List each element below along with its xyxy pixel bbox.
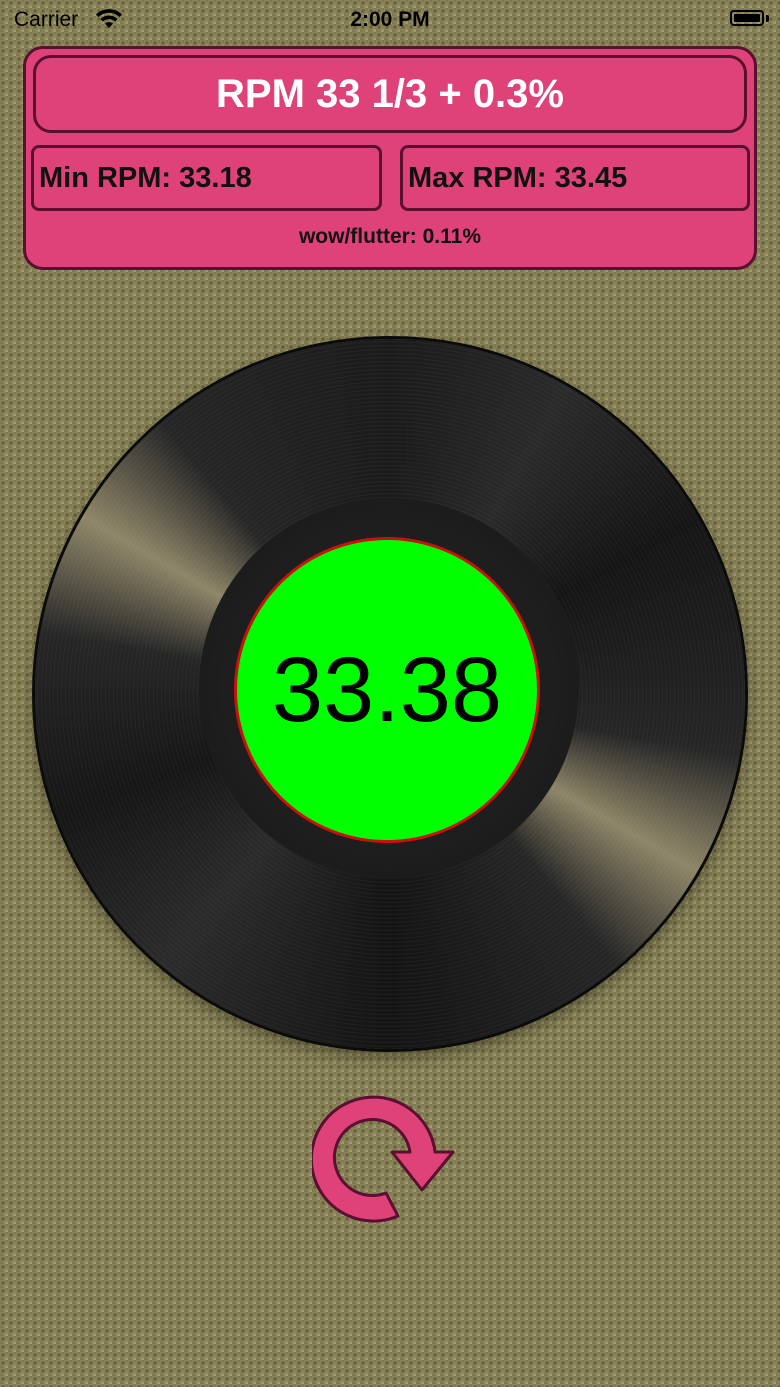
status-time: 2:00 PM [350, 8, 430, 31]
status-bar: Carrier 2:00 PM [0, 0, 780, 40]
rpm-setting-display[interactable]: RPM 33 1/3 + 0.3% [33, 55, 747, 133]
battery-icon [730, 10, 764, 26]
rpm-info-panel: RPM 33 1/3 + 0.3% Min RPM: 33.18 Max RPM… [23, 46, 757, 270]
vinyl-record: 33.38 [35, 339, 745, 1049]
reset-rotate-icon[interactable] [312, 1094, 470, 1232]
current-rpm-readout: 33.38 [234, 537, 540, 843]
min-rpm-display: Min RPM: 33.18 [31, 145, 382, 211]
battery-tip [766, 15, 769, 22]
max-rpm-display: Max RPM: 33.45 [400, 145, 750, 211]
wow-flutter-label: wow/flutter: 0.11% [298, 225, 482, 248]
